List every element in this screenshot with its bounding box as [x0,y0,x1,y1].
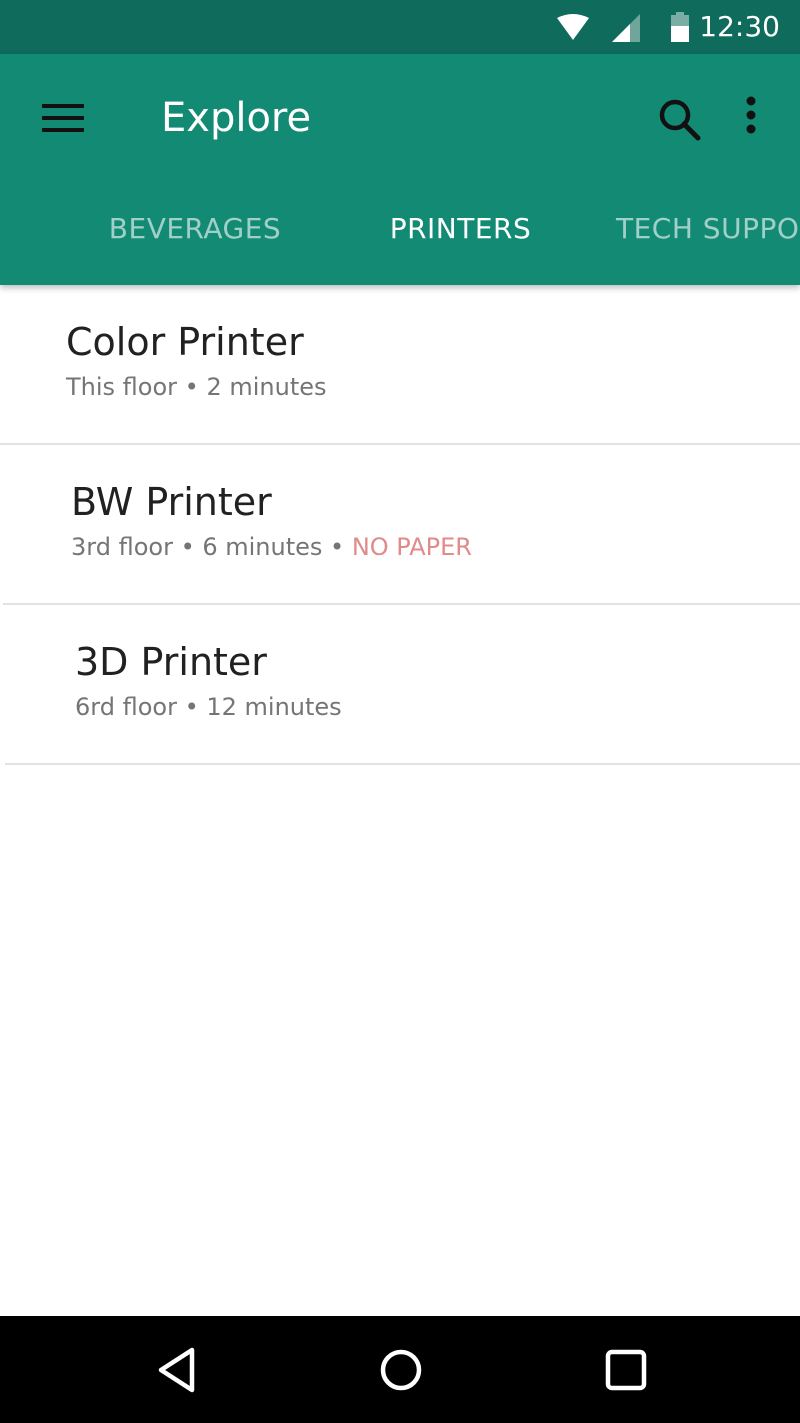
search-button[interactable] [652,92,708,148]
item-subtitle: 6rd floor • 12 minutes [75,691,342,723]
item-time: 2 minutes [206,373,327,401]
active-tab-indicator [327,333,594,339]
printer-list: Color Printer This floor • 2 minutes BW … [0,285,800,765]
more-vert-icon [746,96,756,134]
tab-tech-support[interactable]: TECH SUPPO [594,199,800,285]
item-subtitle: 3rd floor • 6 minutes • NO PAPER [71,531,472,563]
separator: • [176,693,207,721]
tab-beverages[interactable]: BEVERAGES [62,199,328,285]
list-item[interactable]: 3D Printer 6rd floor • 12 minutes [5,605,800,765]
system-nav-bar [0,1316,800,1423]
item-title: 3D Printer [75,640,267,684]
signal-icon [612,14,642,46]
menu-icon [42,104,84,132]
item-time: 6 minutes [202,533,323,561]
tab-printers[interactable]: PRINTERS [327,199,594,285]
item-time: 12 minutes [206,693,342,721]
item-location: 6rd floor [75,693,177,721]
status-bar: 12:30 [0,0,800,54]
list-item[interactable]: Color Printer This floor • 2 minutes [0,285,800,445]
item-location: 3rd floor [71,533,173,561]
home-icon [380,1349,422,1391]
item-title: Color Printer [66,320,304,364]
item-title: BW Printer [71,480,272,524]
separator: • [177,373,207,401]
separator: • [322,533,352,561]
recents-button[interactable] [600,1344,652,1396]
menu-button[interactable] [32,94,92,144]
separator: • [172,533,203,561]
page-title: Explore [161,95,312,141]
more-options-button[interactable] [728,92,774,148]
app-bar: Explore BEVERAGES PRINTERS TECH SUPPO [0,54,800,339]
search-icon [659,99,701,141]
back-icon [158,1347,195,1393]
home-button[interactable] [375,1344,427,1396]
back-button[interactable] [152,1344,204,1396]
battery-icon [670,12,690,46]
item-location: This floor [66,373,178,401]
status-warning: NO PAPER [351,533,472,561]
recents-icon [605,1349,647,1391]
status-time: 12:30 [699,10,780,43]
wifi-icon [556,14,590,46]
item-subtitle: This floor • 2 minutes [66,371,327,403]
list-item[interactable]: BW Printer 3rd floor • 6 minutes • NO PA… [3,445,800,605]
